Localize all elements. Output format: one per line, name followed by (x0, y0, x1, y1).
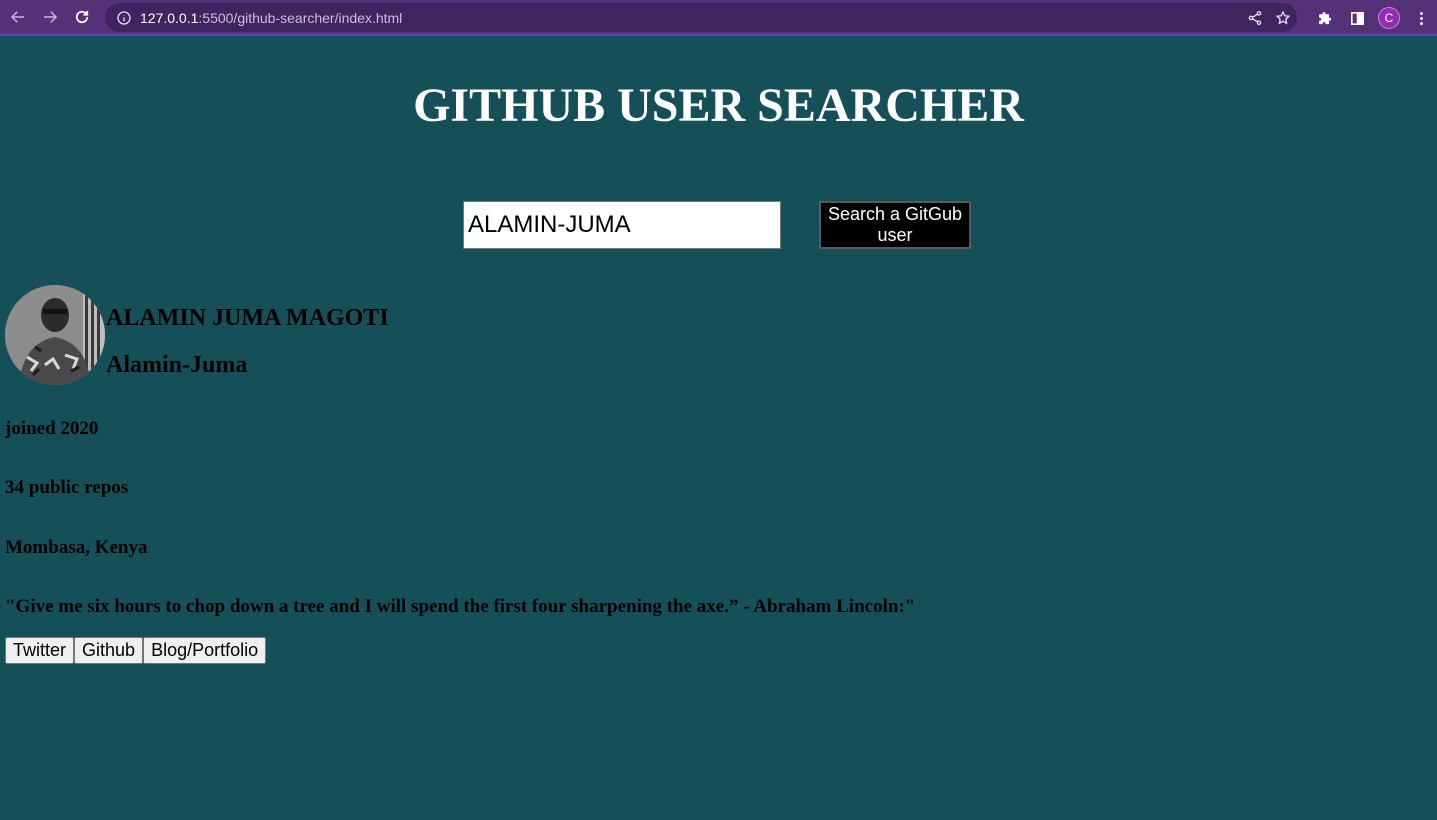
extensions-button[interactable] (1309, 2, 1341, 34)
share-icon[interactable] (1247, 10, 1263, 26)
url-host: 127.0.0.1 (140, 9, 199, 26)
url-path: :5500/github-searcher/index.html (198, 9, 403, 26)
info-icon[interactable] (116, 10, 132, 26)
side-panel-icon (1350, 11, 1364, 25)
reload-button[interactable] (66, 1, 98, 33)
more-vertical-icon (1419, 11, 1423, 25)
profile-button[interactable]: C (1373, 2, 1405, 34)
blog-portfolio-button[interactable]: Blog/Portfolio (143, 637, 267, 664)
forward-button[interactable] (34, 1, 66, 33)
puzzle-icon (1318, 11, 1331, 24)
user-avatar (5, 285, 105, 385)
arrow-left-icon (10, 11, 24, 23)
user-login: Alamin-Juma (106, 352, 248, 378)
browser-toolbar: 127.0.0.1:5500/github-searcher/index.htm… (0, 0, 1437, 36)
profile-links: Twitter Github Blog/Portfolio (5, 637, 267, 664)
url-text: 127.0.0.1:5500/github-searcher/index.htm… (140, 10, 402, 26)
menu-button[interactable] (1405, 2, 1437, 34)
user-location: Mombasa, Kenya (5, 537, 148, 558)
page-title: GITHUB USER SEARCHER (413, 79, 1024, 132)
user-photo (5, 285, 105, 385)
github-button[interactable]: Github (74, 637, 144, 664)
reload-icon (75, 10, 89, 24)
user-full-name: ALAMIN JUMA MAGOTI (106, 305, 389, 331)
back-button[interactable] (2, 1, 34, 33)
twitter-button[interactable]: Twitter (5, 637, 75, 664)
arrow-right-icon (44, 11, 58, 23)
search-input[interactable] (463, 201, 781, 249)
bookmark-star-icon[interactable] (1275, 9, 1291, 26)
user-bio: "Give me six hours to chop down a tree a… (5, 596, 916, 617)
joined-date: joined 2020 (5, 418, 99, 439)
search-button[interactable]: Search a GitGub user (819, 201, 971, 249)
public-repos-count: 34 public repos (5, 477, 129, 498)
side-panel-button[interactable] (1341, 2, 1373, 34)
address-bar[interactable]: 127.0.0.1:5500/github-searcher/index.htm… (105, 3, 1297, 32)
profile-avatar-icon: C (1378, 7, 1400, 29)
